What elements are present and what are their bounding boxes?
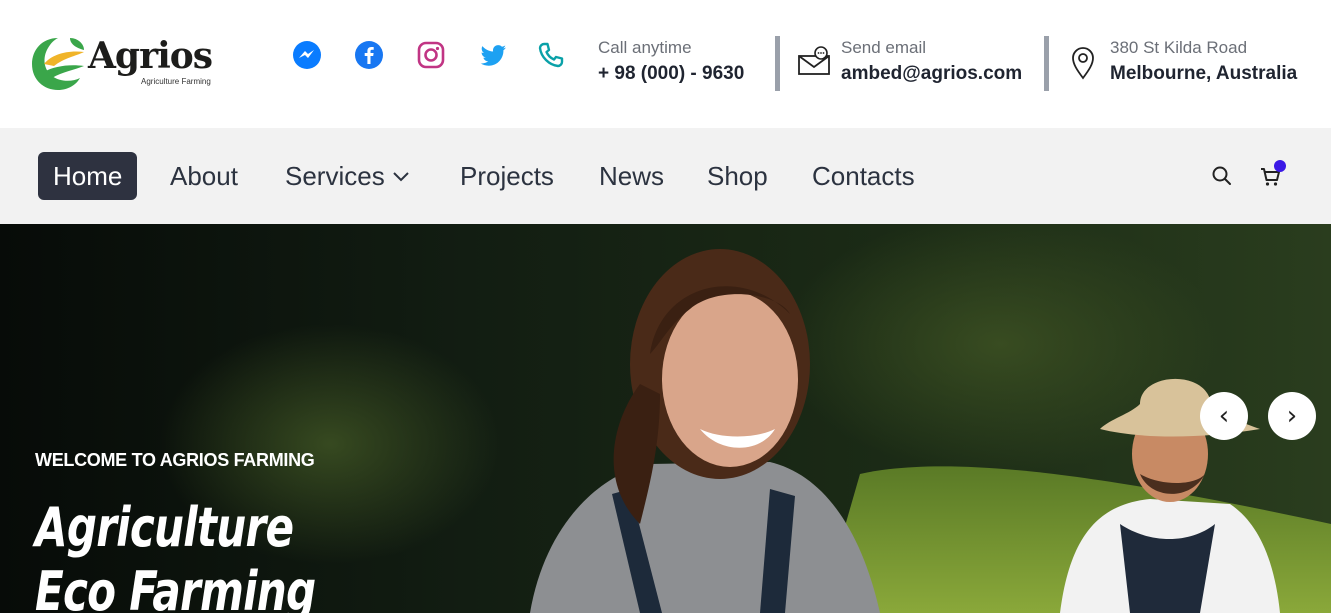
mail-icon: [797, 46, 831, 80]
hero-title: Agriculture Eco Farming: [35, 496, 363, 613]
brand-name: Agrios: [88, 36, 212, 76]
nav-home[interactable]: Home: [38, 152, 137, 200]
leaf-logo-icon: [30, 34, 86, 92]
slider-next-button[interactable]: ›: [1268, 392, 1316, 440]
twitter-icon[interactable]: [476, 38, 510, 72]
call-number[interactable]: + 98 (000) - 9630: [598, 60, 744, 88]
nav-services[interactable]: Services: [270, 152, 426, 200]
address-label: 380 St Kilda Road: [1110, 36, 1297, 60]
nav-projects[interactable]: Projects: [445, 152, 569, 200]
hero-slider: WELCOME TO AGRIOS FARMING Agriculture Ec…: [0, 224, 1331, 613]
nav-home-label: Home: [53, 161, 122, 191]
email-info: Send email ambed@agrios.com: [841, 36, 1022, 92]
main-nav: Home About Services Projects News Shop C…: [0, 128, 1331, 224]
location-pin-icon: [1066, 46, 1100, 80]
nav-contacts-label: Contacts: [812, 161, 915, 191]
divider: [1044, 36, 1049, 91]
email-address[interactable]: ambed@agrios.com: [841, 60, 1022, 88]
brand-tagline: Agriculture Farming: [141, 77, 211, 86]
brand-logo[interactable]: Agrios Agriculture Farming: [30, 34, 220, 94]
phone-icon[interactable]: [534, 38, 568, 72]
search-icon[interactable]: [1208, 162, 1236, 190]
nav-about[interactable]: About: [155, 152, 253, 200]
nav-shop-label: Shop: [707, 161, 768, 191]
nav-news-label: News: [599, 161, 664, 191]
call-label: Call anytime: [598, 36, 744, 60]
cart-badge: [1274, 160, 1286, 172]
divider: [775, 36, 780, 91]
address-city: Melbourne, Australia: [1110, 60, 1297, 88]
facebook-icon[interactable]: [352, 38, 386, 72]
instagram-icon[interactable]: [414, 38, 448, 72]
slider-prev-button[interactable]: ‹: [1200, 392, 1248, 440]
header-top: Agrios Agriculture Farming Call anytime …: [0, 0, 1331, 128]
nav-projects-label: Projects: [460, 161, 554, 191]
chevron-down-icon: [391, 166, 411, 186]
nav-news[interactable]: News: [584, 152, 679, 200]
nav-shop[interactable]: Shop: [692, 152, 783, 200]
messenger-icon[interactable]: [290, 38, 324, 72]
email-label: Send email: [841, 36, 1022, 60]
nav-contacts[interactable]: Contacts: [797, 152, 930, 200]
address-info: 380 St Kilda Road Melbourne, Australia: [1110, 36, 1297, 92]
nav-about-label: About: [170, 161, 238, 191]
nav-services-label: Services: [285, 161, 385, 191]
call-info: Call anytime + 98 (000) - 9630: [598, 36, 744, 92]
hero-kicker: WELCOME TO AGRIOS FARMING: [35, 450, 315, 471]
